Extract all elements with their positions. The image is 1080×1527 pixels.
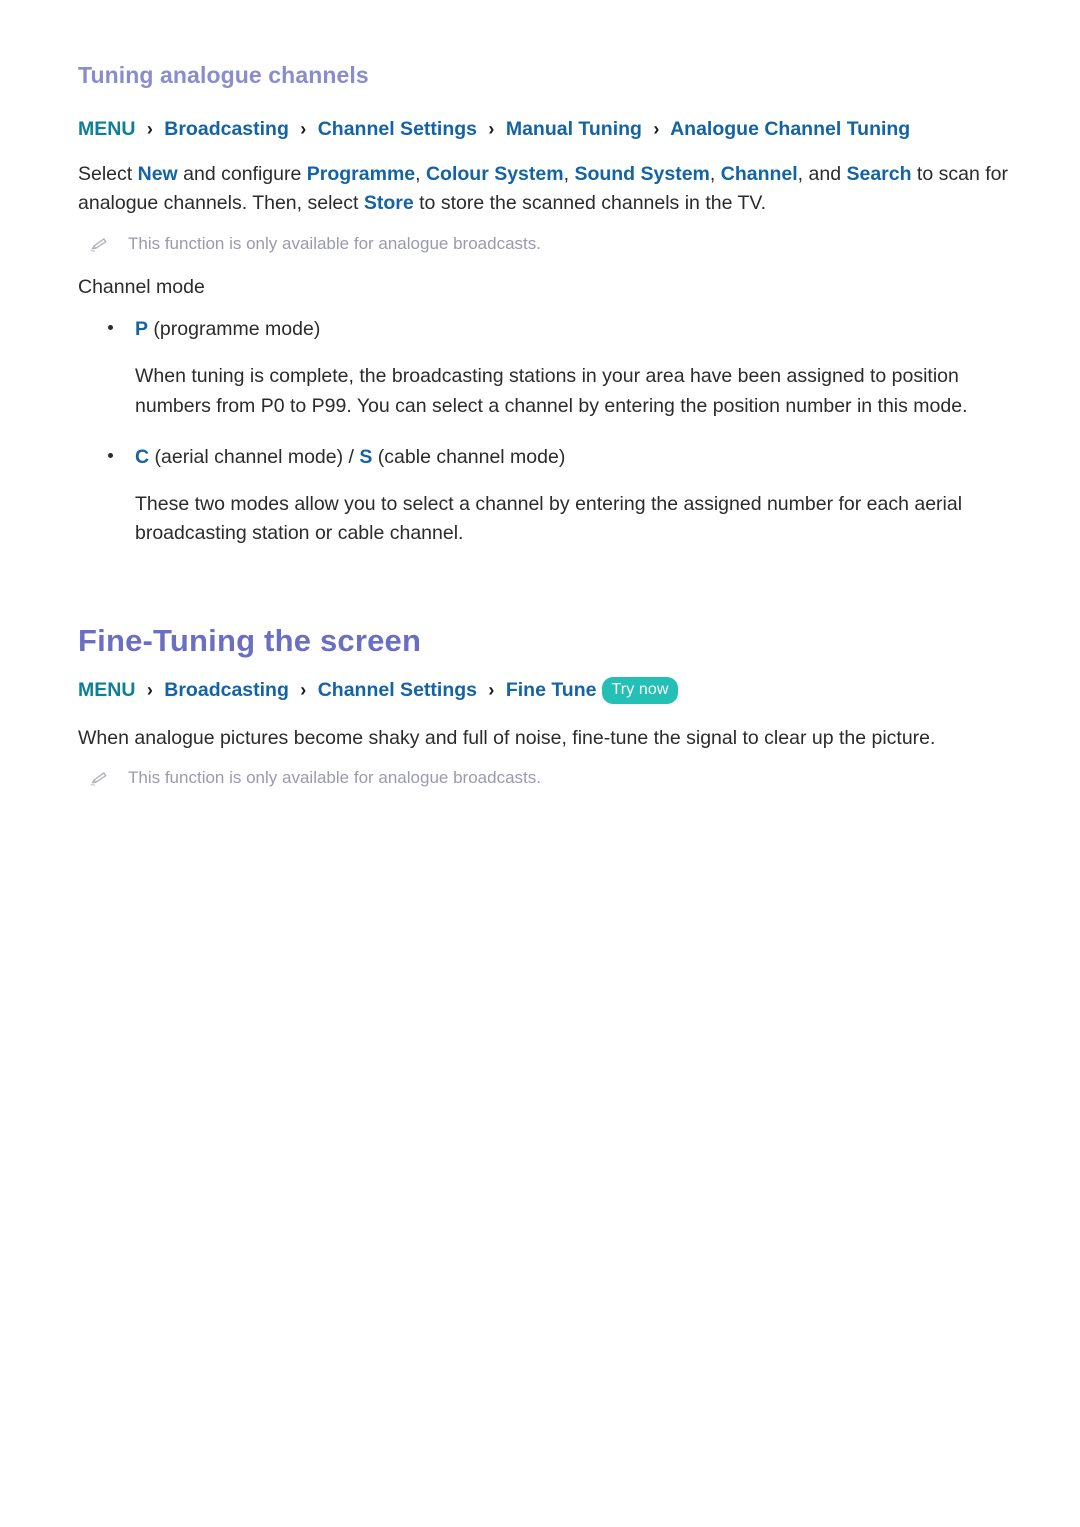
aerial-cable-mode-detail: These two modes allow you to select a ch… (135, 492, 963, 544)
paragraph-text: , (563, 162, 575, 185)
breadcrumb-item-broadcasting[interactable]: Broadcasting (164, 118, 289, 140)
note-analogue-broadcasts-1: This function is only available for anal… (78, 232, 1008, 257)
list-item-aerial-cable-mode: C (aerial channel mode) / S (cable chann… (78, 443, 1008, 472)
bullet-dot-icon (108, 325, 113, 331)
chevron-right-icon: › (653, 118, 660, 139)
paragraph-text: to store the scanned channels in the TV. (413, 191, 767, 214)
pencil-icon (88, 235, 110, 257)
section-divider-space (78, 570, 1008, 622)
bullet-dot-icon (108, 452, 113, 458)
chevron-right-icon: › (146, 118, 153, 139)
breadcrumb-item-channel-settings[interactable]: Channel Settings (318, 118, 477, 140)
list-item-rest-2: (cable channel mode) (372, 445, 566, 468)
keyword-colour-system[interactable]: Colour System (426, 163, 564, 185)
programme-mode-detail: When tuning is complete, the broadcastin… (135, 365, 968, 417)
section-subheading-tuning-analogue-channels: Tuning analogue channels (78, 62, 369, 88)
breadcrumb-menu-root[interactable]: MENU (78, 679, 135, 701)
list-item-text: P (programme mode) (135, 315, 320, 344)
list-item-rest: (aerial channel mode) / (149, 445, 360, 468)
note-analogue-broadcasts-2: This function is only available for anal… (78, 766, 1008, 791)
keyword-search[interactable]: Search (846, 163, 911, 185)
keyword-new[interactable]: New (138, 163, 178, 185)
chevron-right-icon: › (488, 679, 495, 700)
chevron-right-icon: › (488, 118, 495, 139)
try-now-badge[interactable]: Try now (602, 676, 678, 704)
note-text: This function is only available for anal… (128, 768, 541, 788)
breadcrumb-item-fine-tune[interactable]: Fine Tune (506, 679, 597, 701)
keyword-programme[interactable]: Programme (307, 163, 415, 185)
keyword-c: C (135, 445, 150, 468)
breadcrumb-analogue-channel-tuning: MENU › Broadcasting › Channel Settings ›… (78, 116, 1008, 142)
pencil-icon (88, 769, 110, 791)
list-item-programme-mode: P (programme mode) (78, 315, 1008, 344)
keyword-store[interactable]: Store (364, 192, 414, 214)
section1-paragraph: Select New and configure Programme, Colo… (78, 160, 1008, 218)
chevron-right-icon: › (146, 679, 153, 700)
breadcrumb-item-broadcasting[interactable]: Broadcasting (164, 679, 289, 701)
channel-mode-label: Channel mode (78, 275, 205, 298)
keyword-p: P (135, 318, 149, 341)
keyword-s: S (359, 445, 373, 468)
chevron-right-icon: › (300, 679, 307, 700)
paragraph-text: , (709, 162, 721, 185)
breadcrumb-fine-tune: MENU › Broadcasting › Channel Settings ›… (78, 676, 1008, 706)
breadcrumb-item-channel-settings[interactable]: Channel Settings (318, 679, 477, 701)
breadcrumb-item-manual-tuning[interactable]: Manual Tuning (506, 118, 642, 140)
keyword-channel[interactable]: Channel (721, 163, 798, 185)
section2-paragraph: When analogue pictures become shaky and … (78, 726, 936, 749)
paragraph-text: and configure (177, 162, 307, 185)
note-text: This function is only available for anal… (128, 233, 541, 253)
paragraph-text: , and (797, 162, 847, 185)
page-title-fine-tuning-the-screen: Fine-Tuning the screen (78, 623, 422, 659)
chevron-right-icon: › (300, 118, 307, 139)
paragraph-text: , (415, 162, 426, 185)
keyword-sound-system[interactable]: Sound System (574, 163, 709, 185)
list-item-text: C (aerial channel mode) / S (cable chann… (135, 443, 565, 472)
list-item-rest: (programme mode) (148, 318, 321, 341)
paragraph-text: Select (78, 162, 138, 185)
breadcrumb-menu-root[interactable]: MENU (78, 118, 135, 140)
breadcrumb-item-analogue-channel-tuning[interactable]: Analogue Channel Tuning (670, 118, 910, 140)
document-page: Tuning analogue channels MENU › Broadcas… (0, 0, 1080, 1527)
